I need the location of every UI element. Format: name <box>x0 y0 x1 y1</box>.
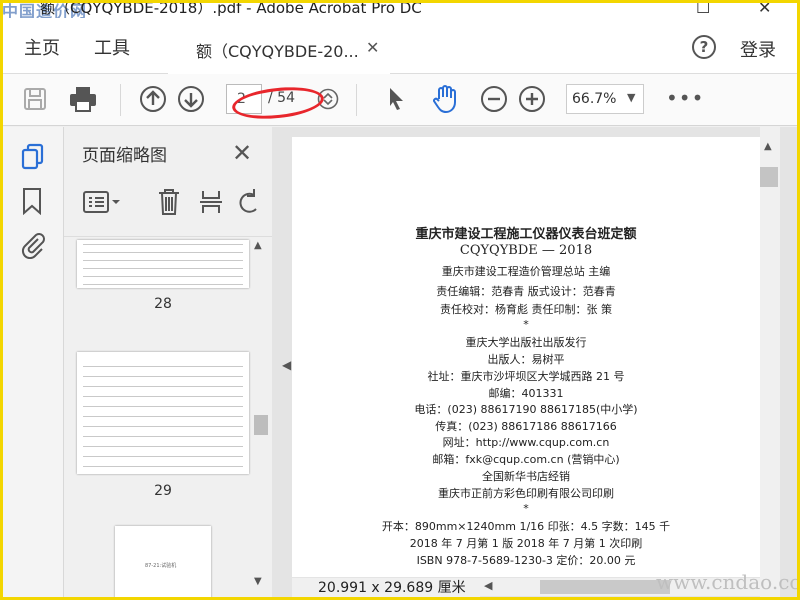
doc-line: 2018 年 7 月第 1 版 2018 年 7 月第 1 次印刷 <box>409 537 643 550</box>
extract-pages-icon[interactable] <box>198 187 224 221</box>
title-bar: 中国造价网 额（CQYQYBDE-2018）.pdf - Adobe Acrob… <box>0 0 800 21</box>
login-button[interactable]: 登录 <box>740 36 776 62</box>
top-nav: 主页 工具 额（CQYQYBDE-20... ✕ ? 登录 <box>0 18 800 74</box>
doc-line: 重庆市建设工程造价管理总站 主编 <box>441 265 611 278</box>
scroll-up-icon[interactable]: ▲ <box>254 240 262 251</box>
page-dimensions: 20.991 x 29.689 厘米 <box>292 578 480 598</box>
left-rail <box>0 127 64 600</box>
attachment-icon[interactable] <box>20 231 46 263</box>
previous-page-icon[interactable] <box>138 84 168 114</box>
site-watermark: www.cndao.com <box>656 570 800 594</box>
tab-close-icon[interactable]: ✕ <box>366 38 379 57</box>
doc-line: * <box>523 502 529 515</box>
panel-scroll-thumb[interactable] <box>254 415 268 435</box>
thumbnail-page-28[interactable] <box>77 240 249 288</box>
bookmark-icon[interactable] <box>20 187 44 219</box>
doc-line: 责任校对：杨育彪 责任印制：张 策 <box>440 303 612 316</box>
thumbnail-number: 29 <box>154 483 172 499</box>
doc-line: 重庆市正前方彩色印刷有限公司印刷 <box>438 487 614 500</box>
zoom-value: 66.7% <box>572 91 617 107</box>
thumbnail-options-icon[interactable] <box>82 187 124 221</box>
thumbnail-page-29[interactable] <box>77 352 249 474</box>
nav-tools[interactable]: 工具 <box>94 34 130 60</box>
collapse-left-icon[interactable]: ◀ <box>282 358 291 372</box>
doc-line: 全国新华书店经销 <box>482 470 570 483</box>
doc-line: 邮编：401331 <box>488 387 564 400</box>
doc-line: 出版人：易树平 <box>487 353 565 366</box>
window-title: 额（CQYQYBDE-2018）.pdf - Adobe Acrobat Pro… <box>40 0 422 17</box>
zoom-out-icon[interactable] <box>480 84 508 114</box>
nav-home[interactable]: 主页 <box>24 34 60 60</box>
select-tool-icon[interactable] <box>382 84 410 114</box>
zoom-in-icon[interactable] <box>518 84 546 114</box>
doc-title: 重庆市建设工程施工仪器仪表台班定额 <box>415 227 637 242</box>
tab-label: 额（CQYQYBDE-20... <box>196 42 359 61</box>
doc-line: 责任编辑：范春青 版式设计：范春青 <box>436 285 616 298</box>
doc-code: CQYQYBDE — 2018 <box>459 243 593 258</box>
doc-line: 社址：重庆市沙坪坝区大学城西路 21 号 <box>427 370 625 383</box>
scroll-up-icon[interactable]: ▲ <box>764 141 772 152</box>
chevron-down-icon: ▼ <box>627 91 636 104</box>
maximize-button[interactable]: ☐ <box>696 0 710 17</box>
horizontal-scroll-thumb[interactable] <box>540 580 670 594</box>
next-page-icon[interactable] <box>176 84 206 114</box>
panel-toolbar <box>64 177 272 237</box>
thumbnail-number: 28 <box>154 296 172 312</box>
thumbnail-page-30[interactable]: 87-21:试验机 <box>115 526 211 600</box>
scroll-down-icon[interactable]: ▼ <box>254 576 262 587</box>
doc-line: ISBN 978-7-5689-1230-3 定价：20.00 元 <box>416 554 636 567</box>
close-window-button[interactable]: ✕ <box>758 0 771 17</box>
save-icon[interactable] <box>20 84 50 114</box>
delete-icon[interactable] <box>156 187 182 221</box>
help-icon[interactable]: ? <box>692 35 716 59</box>
toolbar: 2 / 54 66.7% ▼ ••• <box>0 74 800 126</box>
panel-title: 页面缩略图 <box>82 146 167 166</box>
page-thumbnails-icon[interactable] <box>20 143 46 175</box>
doc-line: * <box>523 318 529 331</box>
doc-line: 网址：http://www.cqup.com.cn <box>442 436 610 449</box>
doc-line: 开本：890mm×1240mm 1/16 印张：4.5 字数：145 千 <box>381 520 671 533</box>
pdf-page: 重庆市建设工程施工仪器仪表台班定额 CQYQYBDE — 2018 重庆市建设工… <box>292 137 760 577</box>
more-options-icon[interactable]: ••• <box>666 86 704 110</box>
document-tab[interactable]: 额（CQYQYBDE-20... ✕ <box>168 32 390 74</box>
rotate-icon[interactable] <box>236 187 262 221</box>
doc-line: 电话：(023) 88617190 88617185(中小学) <box>414 403 638 416</box>
doc-line: 传真：(023) 88617186 88617166 <box>435 420 617 433</box>
panel-close-icon[interactable]: ✕ <box>232 139 252 167</box>
panel-scrollbar[interactable]: ▲ ▼ <box>252 240 268 600</box>
doc-line: 重庆大学出版社出版发行 <box>465 336 587 349</box>
vertical-scroll-thumb[interactable] <box>760 167 778 187</box>
thumbnail-text: 87-21:试验机 <box>145 563 177 569</box>
zoom-dropdown[interactable]: 66.7% ▼ <box>566 84 644 114</box>
doc-line: 邮箱：fxk@cqup.com.cn (营销中心) <box>432 453 620 466</box>
print-icon[interactable] <box>66 84 100 114</box>
scroll-left-icon[interactable]: ◀ <box>484 579 492 592</box>
hand-tool-icon[interactable] <box>428 84 462 114</box>
document-vertical-scrollbar[interactable]: ▲ <box>760 127 780 600</box>
